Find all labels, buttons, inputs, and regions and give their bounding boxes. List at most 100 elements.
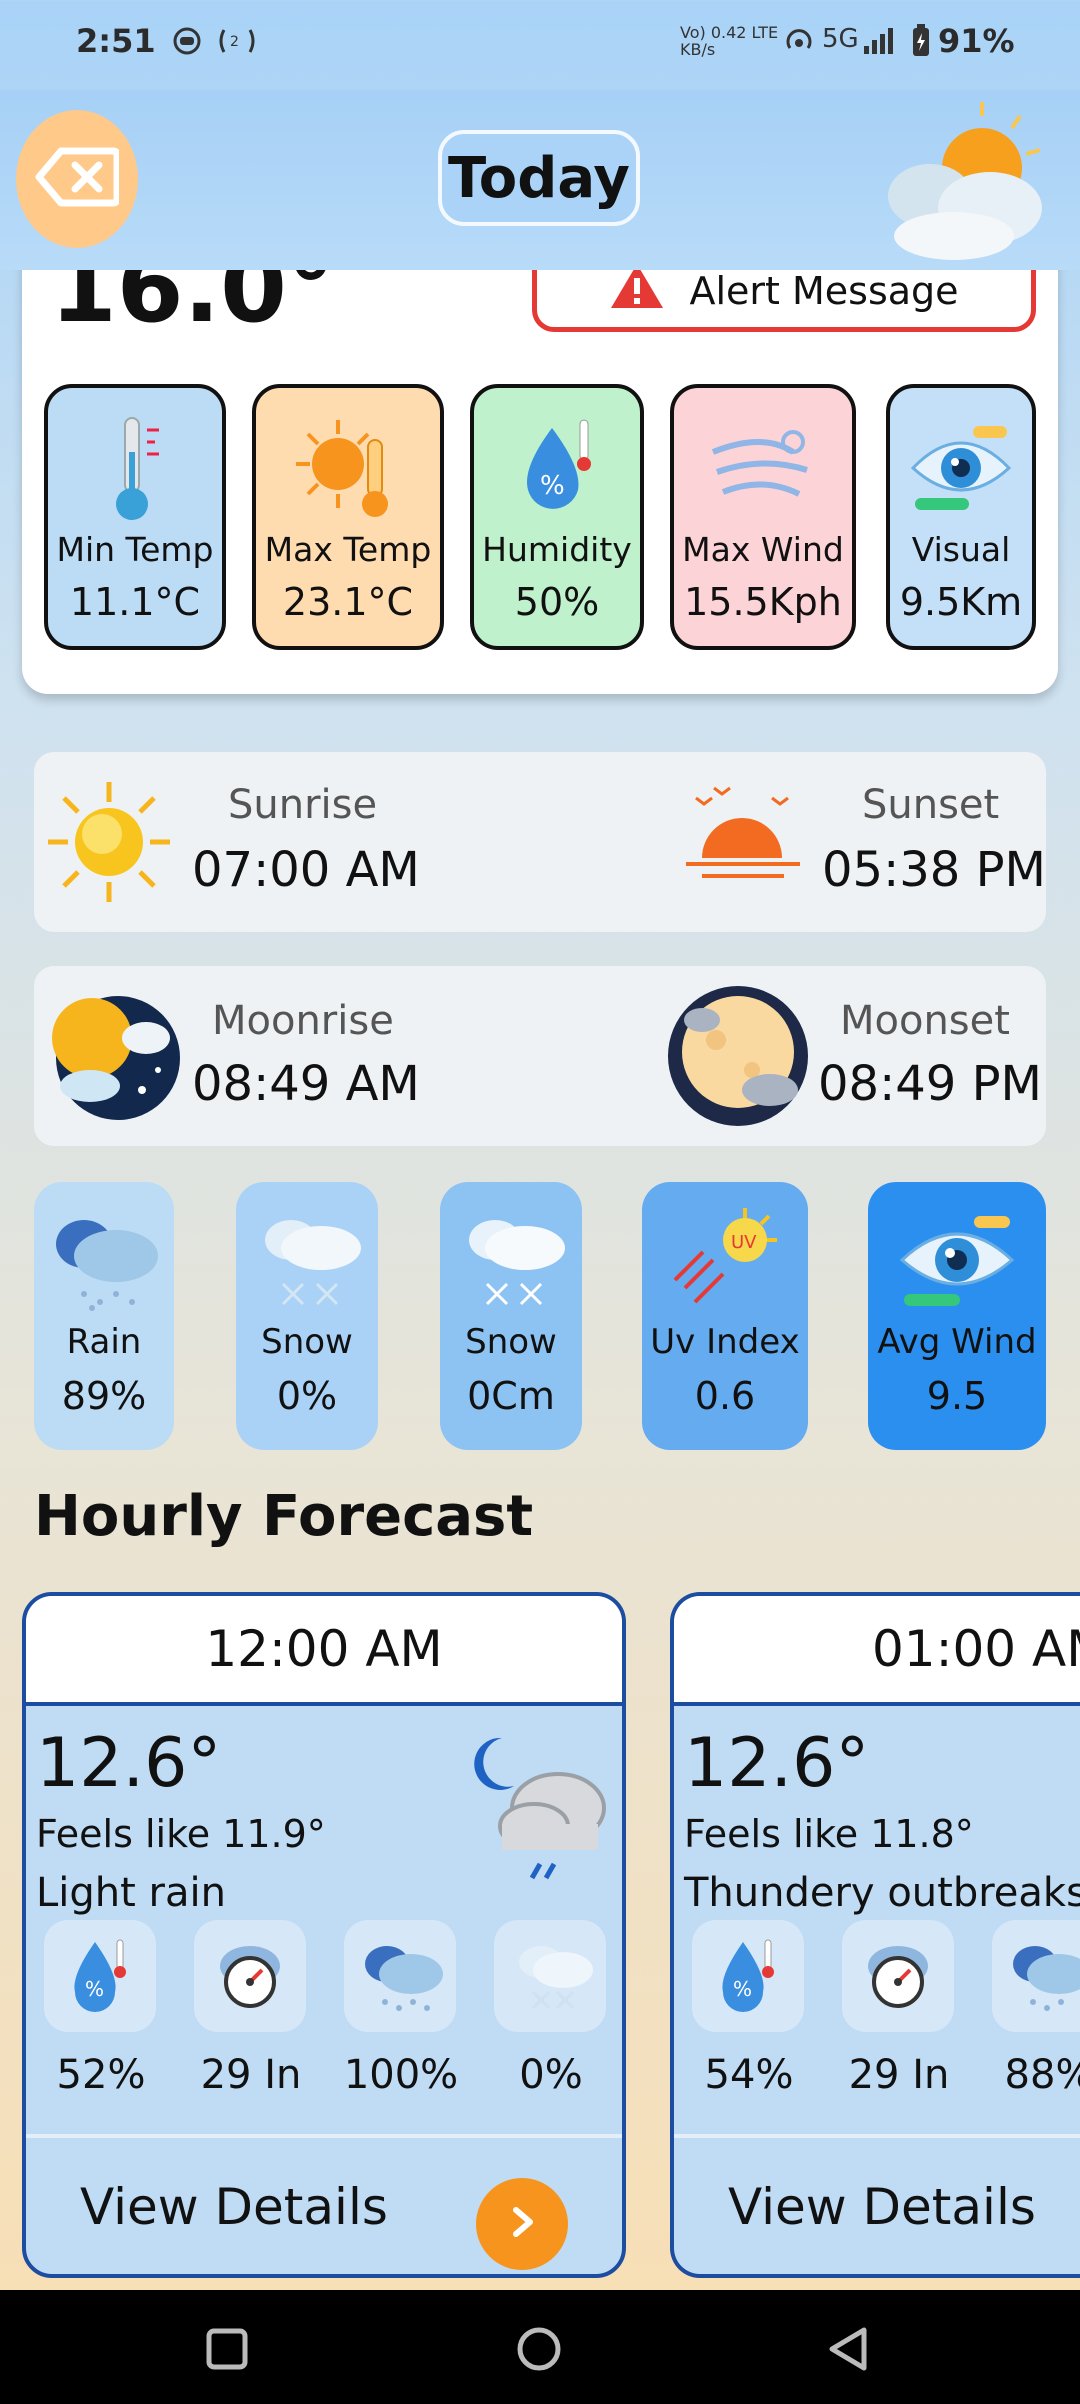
night-rain-icon (462, 1728, 612, 1892)
snow-cloud-icon (440, 1204, 582, 1316)
max-temp-value: 23.1°C (282, 580, 414, 624)
humidity-value: 50% (514, 580, 600, 624)
hourly-snow: 0% (519, 2052, 583, 2098)
sun-thermometer-icon (256, 408, 440, 526)
hourly-card[interactable]: 12:00 AM 12.6° Feels like 11.9° Light ra… (22, 1592, 626, 2278)
hourly-pressure: 29 In (200, 2052, 302, 2098)
max-temp-label: Max Temp (264, 530, 432, 569)
hourly-temp: 12.6° (36, 1724, 222, 1803)
status-bar: 2:51 2 Vo) 0.42 LTE KB/s 5G 91% (0, 0, 1080, 90)
snow-chance-label: Snow (261, 1322, 353, 1362)
eye-icon (890, 408, 1032, 526)
avg-wind-value: 9.5 (926, 1374, 988, 1418)
moonset-time: 08:49 PM (818, 1056, 1042, 1112)
moonrise-icon (42, 986, 182, 1130)
snow-depth-tile: Snow 0Cm (440, 1182, 582, 1450)
uv-index-value: 0.6 (694, 1374, 756, 1418)
snow-chance-value: 0% (276, 1374, 338, 1418)
thermometer-icon (48, 408, 222, 526)
rain-label: Rain (66, 1322, 142, 1362)
eye-icon (868, 1204, 1046, 1316)
hourly-forecast-title: Hourly Forecast (34, 1484, 534, 1549)
battery-icon (910, 24, 932, 62)
visual-value: 9.5Km (899, 580, 1023, 624)
snow-depth-value: 0Cm (467, 1374, 555, 1418)
hourly-rain: 100% (343, 2052, 459, 2098)
wind-icon (674, 408, 852, 526)
back-button[interactable] (16, 110, 138, 248)
status-time: 2:51 (76, 22, 156, 60)
rain-tile: Rain 89% (34, 1182, 174, 1450)
chevron-right-icon (502, 2202, 542, 2246)
svg-text:2: 2 (230, 34, 239, 50)
sunrise-icon (44, 780, 174, 908)
hourly-rain: 88% (1004, 2052, 1080, 2098)
divider (26, 2134, 622, 2138)
back-nav-button[interactable] (826, 2326, 870, 2376)
hourly-condition: Thundery outbreaks (684, 1870, 1080, 1916)
signal-icon (862, 26, 898, 60)
hourly-card[interactable]: 01:00 AM 12.6° Feels like 11.8° Thundery… (670, 1592, 1080, 2278)
moonset-icon (666, 984, 810, 1132)
max-wind-value: 15.5Kph (684, 580, 842, 624)
divider (674, 2134, 1080, 2138)
pressure-gauge-icon (194, 1920, 306, 2032)
moon-times-card: Moonrise 08:49 AM Moonset 08:49 PM (34, 966, 1046, 1146)
alert-label: Alert Message (689, 268, 959, 313)
sunrise-label: Sunrise (228, 782, 378, 828)
view-details-button[interactable] (476, 2178, 568, 2270)
uv-index-icon: UV (642, 1204, 808, 1316)
recent-apps-button[interactable] (206, 2328, 248, 2374)
app-notification-icon (172, 26, 202, 63)
warning-icon (609, 262, 665, 319)
hourly-humidity: 52% (56, 2052, 146, 2098)
home-button[interactable] (516, 2326, 562, 2376)
rain-cloud-icon (992, 1920, 1080, 2032)
min-temp-label: Min Temp (56, 530, 214, 569)
system-navigation-bar (0, 2290, 1080, 2404)
sunset-label: Sunset (862, 782, 1000, 828)
hourly-temp: 12.6° (684, 1724, 870, 1803)
pressure-gauge-icon (842, 1920, 954, 2032)
snow-chance-tile: Snow 0% (236, 1182, 378, 1450)
snow-depth-label: Snow (465, 1322, 557, 1362)
hourly-condition: Light rain (36, 1870, 226, 1916)
battery-percent: 91% (938, 22, 1015, 60)
weather-header-icon (870, 96, 1060, 270)
hourly-feels-like: Feels like 11.9° (36, 1812, 326, 1856)
moonrise-label: Moonrise (212, 998, 394, 1044)
min-temp-value: 11.1°C (69, 580, 201, 624)
hourly-feels-like: Feels like 11.8° (684, 1812, 974, 1856)
wifi-call-icon (782, 26, 816, 60)
backspace-icon (35, 147, 121, 211)
svg-text:UV: UV (731, 1232, 757, 1253)
snow-cloud-icon (494, 1920, 606, 2032)
humidity-icon: % (692, 1920, 804, 2032)
hotspot-icon: 2 (218, 26, 256, 63)
network-type: 5G (822, 24, 859, 54)
view-details-label: View Details (80, 2178, 388, 2236)
page-title: Today (438, 130, 640, 226)
rain-value: 89% (61, 1374, 147, 1418)
hourly-time: 12:00 AM (26, 1596, 622, 1706)
max-wind-label: Max Wind (682, 530, 844, 569)
sunset-icon (678, 782, 808, 896)
network-speed: Vo) 0.42 LTE KB/s (680, 23, 779, 59)
visual-card: Visual 9.5Km (886, 384, 1036, 650)
rain-cloud-icon (344, 1920, 456, 2032)
uv-index-label: Uv Index (650, 1322, 800, 1362)
visual-label: Visual (911, 530, 1011, 569)
moonrise-time: 08:49 AM (192, 1056, 420, 1112)
hourly-humidity: 54% (704, 2052, 794, 2098)
svg-text:%: % (540, 471, 565, 501)
humidity-card: % Humidity 50% (470, 384, 644, 650)
avg-wind-tile: Avg Wind 9.5 (868, 1182, 1046, 1450)
humidity-label: Humidity (482, 530, 632, 569)
avg-wind-label: Avg Wind (877, 1322, 1037, 1362)
view-details-label: View Details (728, 2178, 1036, 2236)
uv-index-tile: UV Uv Index 0.6 (642, 1182, 808, 1450)
humidity-icon: % (474, 408, 640, 526)
hourly-pressure: 29 In (848, 2052, 950, 2098)
moonset-label: Moonset (840, 998, 1010, 1044)
humidity-icon: % (44, 1920, 156, 2032)
